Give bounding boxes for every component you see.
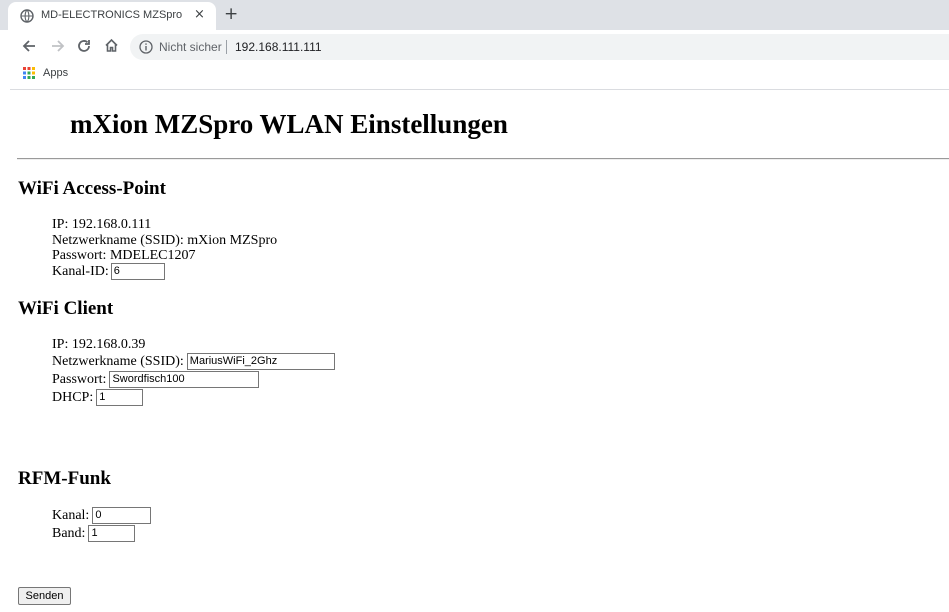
rfm-band-input[interactable]: 1 <box>88 525 136 542</box>
address-bar[interactable]: Nicht sicher 192.168.111.111 <box>130 34 949 60</box>
rfm-band-row: Band: 1 <box>52 525 136 542</box>
tab-strip: MD-ELECTRONICS MZSpro × + <box>0 0 949 30</box>
client-ip-row: IP: 192.168.0.39 <box>52 336 145 353</box>
ap-password-value: MDELEC1207 <box>109 248 196 263</box>
page-content: mXion MZSpro WLAN Einstellungen WiFi Acc… <box>0 90 949 612</box>
client-password-row: Passwort: Swordfisch100 <box>52 371 260 388</box>
rfm-channel-input[interactable]: 0 <box>92 507 152 524</box>
home-icon[interactable] <box>101 36 121 56</box>
ap-password-row: Passwort: MDELEC1207 <box>52 247 196 264</box>
rfm-channel-row: Kanal: 0 <box>52 507 152 524</box>
ap-ssid-value: mXion MZSpro <box>187 233 278 248</box>
address-separator <box>226 40 227 54</box>
client-dhcp-label: DHCP: <box>52 390 94 405</box>
security-status-label[interactable]: Nicht sicher <box>159 40 222 54</box>
rfm-band-label: Band: <box>52 526 86 541</box>
tab-title: MD-ELECTRONICS MZSpro <box>41 9 183 21</box>
bookmarks-bar: Apps <box>0 64 949 84</box>
rfm-heading: RFM-Funk <box>18 468 111 489</box>
url-text[interactable]: 192.168.111.111 <box>235 40 322 54</box>
ap-password-label: Passwort: <box>52 248 107 263</box>
ap-channel-label: Kanal-ID: <box>52 264 109 279</box>
client-password-label: Passwort: <box>52 372 107 387</box>
client-ip-label: IP: <box>52 337 69 352</box>
client-dhcp-row: DHCP: 1 <box>52 389 144 406</box>
apps-grid-icon[interactable] <box>23 67 35 79</box>
rfm-channel-label: Kanal: <box>52 508 90 523</box>
browser-tab[interactable]: MD-ELECTRONICS MZSpro × <box>8 2 216 30</box>
client-password-input[interactable]: Swordfisch100 <box>109 371 260 388</box>
client-ip-value: 192.168.0.39 <box>71 337 146 352</box>
close-icon[interactable]: × <box>194 7 205 22</box>
browser-toolbar: Nicht sicher 192.168.111.111 <box>0 30 949 64</box>
ap-channel-row: Kanal-ID: 6 <box>52 263 165 280</box>
client-ssid-row: Netzwerkname (SSID): MariusWiFi_2Ghz <box>52 353 335 370</box>
ap-ip-row: IP: 192.168.0.111 <box>52 216 151 233</box>
ap-ssid-label: Netzwerkname (SSID): <box>52 233 184 248</box>
globe-icon <box>20 9 34 23</box>
back-arrow-icon[interactable] <box>19 36 39 56</box>
send-button[interactable]: Senden <box>18 587 71 605</box>
bookmark-apps[interactable]: Apps <box>43 67 68 79</box>
reload-icon[interactable] <box>74 36 94 56</box>
ap-ip-label: IP: <box>52 217 69 232</box>
page-title: mXion MZSpro WLAN Einstellungen <box>70 109 508 139</box>
client-dhcp-input[interactable]: 1 <box>96 389 144 406</box>
ap-channel-input[interactable]: 6 <box>110 263 165 280</box>
plus-icon[interactable]: + <box>224 4 238 24</box>
forward-arrow-icon[interactable] <box>48 36 68 56</box>
client-heading: WiFi Client <box>18 298 114 319</box>
client-ssid-input[interactable]: MariusWiFi_2Ghz <box>186 353 335 370</box>
client-ssid-label: Netzwerkname (SSID): <box>52 354 184 369</box>
info-icon[interactable] <box>139 40 153 54</box>
title-divider <box>17 158 949 160</box>
ap-heading: WiFi Access-Point <box>18 178 166 199</box>
ap-ip-value: 192.168.0.111 <box>71 217 152 232</box>
